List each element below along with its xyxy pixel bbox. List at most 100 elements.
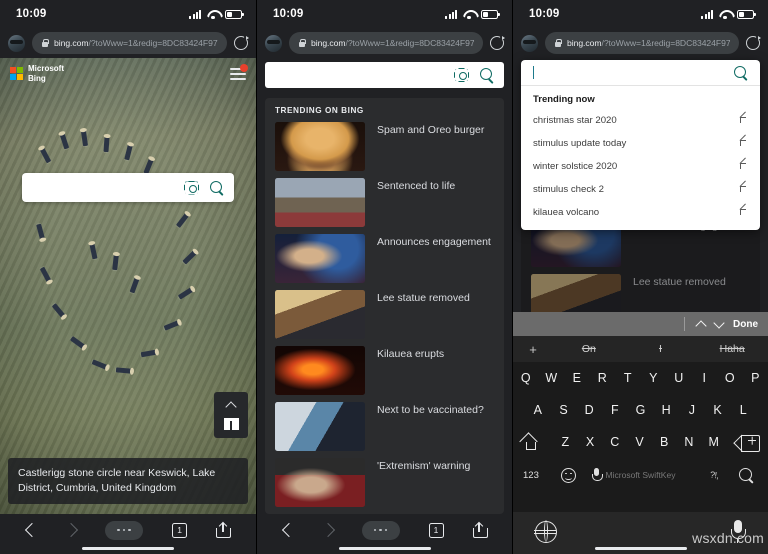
url-pill[interactable]: bing.com/?toWww=1&redig=8DC83424F97B40..… [289,32,483,54]
search-input[interactable] [22,173,234,202]
key-k[interactable]: K [705,403,731,417]
key-v[interactable]: V [627,435,652,449]
trending-item[interactable]: Kilauea erupts [275,346,494,395]
trending-header: TRENDING ON BING [275,106,364,115]
key-n[interactable]: N [677,435,702,449]
trending-title: Spam and Oreo burger [377,124,485,136]
trending-item[interactable]: Next to be vaccinated? [275,402,494,451]
suggestion-item[interactable]: christmas star 2020 [521,109,760,132]
profile-avatar[interactable] [265,34,282,52]
search-icon[interactable] [734,65,748,80]
profile-avatar[interactable] [521,34,538,52]
key-t[interactable]: T [615,371,641,385]
rewards-panel[interactable] [214,392,248,438]
shift-icon[interactable] [521,434,543,450]
keyboard-suggestion[interactable]: On [553,343,625,355]
key-d[interactable]: D [576,403,602,417]
fill-query-icon[interactable] [739,208,748,217]
phone-panel-2: 10:09 bing.com/?toWww=1&redig=8DC83424F9… [256,0,512,554]
search-input[interactable] [521,60,760,86]
bing-logo[interactable]: Microsoft Bing [10,64,64,83]
key-a[interactable]: A [525,403,551,417]
status-time: 10:09 [16,8,47,20]
chevron-down-icon[interactable] [713,316,725,329]
forward-button[interactable] [63,522,78,538]
key-i[interactable]: I [692,371,718,385]
key-m[interactable]: M [701,435,726,449]
tab-switcher-button[interactable]: 1 [172,522,188,538]
key-c[interactable]: C [602,435,627,449]
cellular-signal-icon [701,9,713,19]
trending-item[interactable]: 'Extremism' warning [275,458,494,507]
suggestion-item[interactable]: winter solstice 2020 [521,155,760,178]
search-icon[interactable] [480,68,494,82]
globe-icon[interactable] [534,520,557,543]
key-o[interactable]: O [717,371,743,385]
gift-icon[interactable] [223,416,239,430]
keyboard-suggestion[interactable]: I [625,343,697,355]
search-icon[interactable] [739,467,754,483]
add-suggestion-button[interactable]: + [513,342,553,357]
address-bar[interactable]: bing.com/?toWww=1&redig=8DC83424F97B40..… [513,28,768,58]
suggestion-item[interactable]: stimulus update today [521,132,760,155]
reload-icon[interactable] [234,36,249,50]
back-button[interactable] [281,522,296,538]
key-z[interactable]: Z [553,435,578,449]
address-bar[interactable]: bing.com/?toWww=1&redig=8DC83424F97B40..… [0,28,256,58]
back-button[interactable] [24,522,39,538]
key-s[interactable]: S [551,403,577,417]
key-u[interactable]: U [666,371,692,385]
reload-icon[interactable] [746,36,761,50]
phone-panel-3: 10:09 bing.com/?toWww=1&redig=8DC83424F9… [512,0,768,554]
reload-icon[interactable] [490,36,505,50]
fill-query-icon[interactable] [739,185,748,194]
fill-query-icon[interactable] [739,162,748,171]
profile-avatar[interactable] [8,34,25,52]
share-button[interactable] [472,521,488,538]
forward-button[interactable] [320,522,335,538]
key-j[interactable]: J [679,403,705,417]
trending-item[interactable]: Lee statue removed [275,290,494,339]
wifi-icon [463,10,475,19]
search-input[interactable] [265,62,504,88]
key-b[interactable]: B [652,435,677,449]
share-button[interactable] [216,521,232,538]
key-e[interactable]: E [564,371,590,385]
key-q[interactable]: Q [513,371,539,385]
address-bar[interactable]: bing.com/?toWww=1&redig=8DC83424F97B40..… [257,28,512,58]
url-pill[interactable]: bing.com/?toWww=1&redig=8DC83424F97B40..… [32,32,227,54]
url-host: bing.com [567,38,602,48]
key-y[interactable]: Y [641,371,667,385]
suggestion-item[interactable]: kilauea volcano [521,201,760,224]
done-button[interactable]: Done [733,319,758,330]
tab-switcher-button[interactable]: 1 [428,522,444,538]
fill-query-icon[interactable] [739,116,748,125]
search-icon[interactable] [210,180,224,195]
key-w[interactable]: W [539,371,565,385]
key-g[interactable]: G [628,403,654,417]
on-screen-keyboard: + On I Haha Q W E R T Y U I O P A S D F … [513,336,768,512]
key-x[interactable]: X [578,435,603,449]
hamburger-menu-icon[interactable] [230,64,248,81]
chevron-up-icon[interactable] [225,401,237,413]
visual-search-icon[interactable] [184,181,199,195]
trending-item[interactable]: Spam and Oreo burger [275,122,494,171]
key-f[interactable]: F [602,403,628,417]
more-options-button[interactable] [361,520,400,540]
url-pill[interactable]: bing.com/?toWww=1&redig=8DC83424F97B40..… [545,32,739,54]
url-text: bing.com/?toWww=1&redig=8DC83424F97B40..… [311,38,474,48]
key-p[interactable]: P [743,371,768,385]
url-host: bing.com [54,38,89,48]
trending-item[interactable]: Announces engagement [275,234,494,283]
key-l[interactable]: L [730,403,756,417]
visual-search-icon[interactable] [454,68,469,82]
suggestion-item[interactable]: stimulus check 2 [521,178,760,201]
more-options-button[interactable] [104,520,143,540]
trending-item[interactable]: Sentenced to life [275,178,494,227]
key-r[interactable]: R [590,371,616,385]
key-h[interactable]: H [653,403,679,417]
fill-query-icon[interactable] [739,139,748,148]
backspace-icon[interactable] [736,434,761,452]
chevron-up-icon[interactable] [695,319,707,332]
keyboard-suggestion[interactable]: Haha [696,343,768,355]
